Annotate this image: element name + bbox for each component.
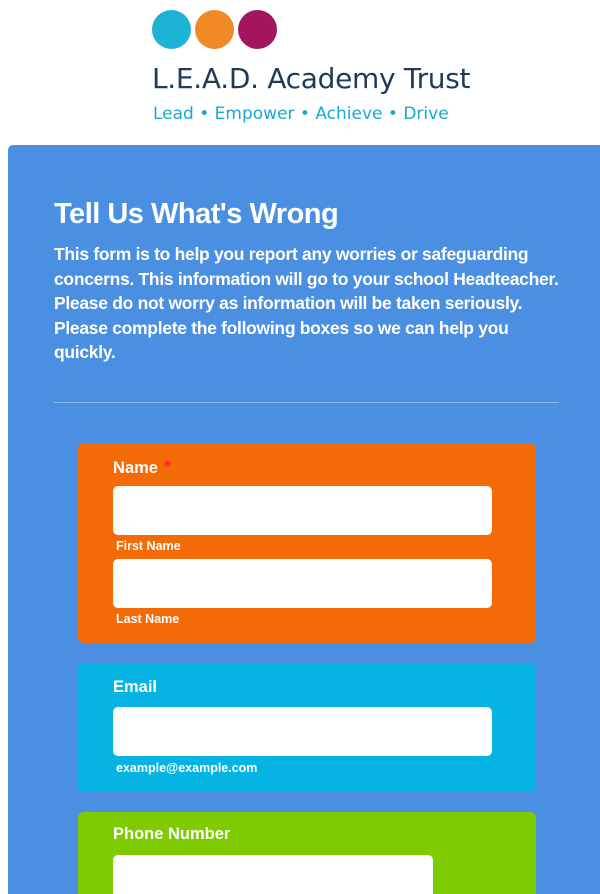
first-name-sublabel: First Name (116, 539, 181, 553)
name-field-block: Name * First Name Last Name (78, 443, 536, 643)
email-label: Email (113, 678, 158, 696)
brand-name: L.E.A.D. Academy Trust (152, 62, 471, 95)
last-name-sublabel: Last Name (116, 612, 180, 626)
form-divider (54, 402, 559, 403)
email-sublabel: example@example.com (116, 761, 258, 775)
site-header: L.E.A.D. Academy Trust Lead • Empower • … (0, 0, 600, 145)
report-form: Tell Us What's Wrong This form is to hel… (8, 145, 600, 894)
logo-dot-blue (152, 10, 191, 49)
phone-input[interactable] (113, 855, 433, 894)
brand-tagline: Lead • Empower • Achieve • Drive (153, 104, 449, 124)
first-name-input[interactable] (113, 486, 492, 535)
phone-label: Phone Number (113, 825, 231, 843)
email-field-block: Email example@example.com (78, 664, 536, 792)
logo-dot-magenta (238, 10, 277, 49)
form-title: Tell Us What's Wrong (54, 198, 339, 230)
phone-field-block: Phone Number (78, 812, 536, 894)
name-label: Name * (113, 457, 171, 478)
name-label-text: Name (113, 459, 158, 477)
email-input[interactable] (113, 707, 492, 756)
required-asterisk: * (163, 457, 171, 477)
last-name-input[interactable] (113, 559, 492, 608)
logo-dot-orange (195, 10, 234, 49)
form-description: This form is to help you report any worr… (54, 244, 559, 362)
